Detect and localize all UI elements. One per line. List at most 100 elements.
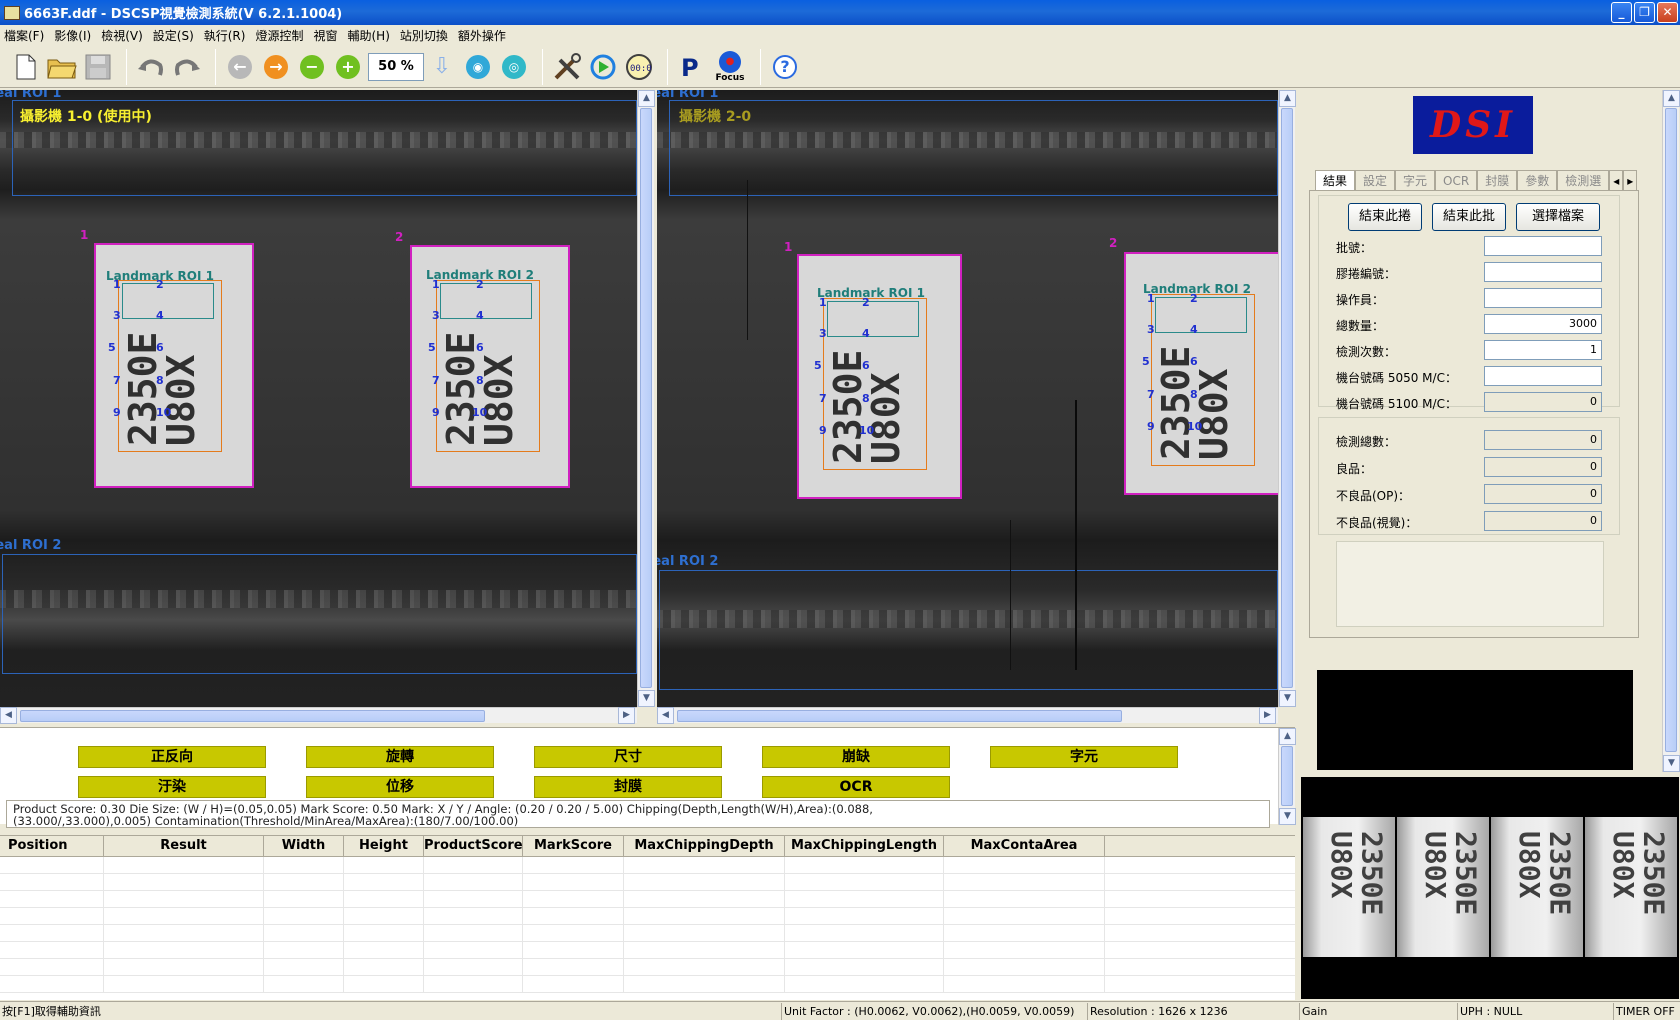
- ocr-button[interactable]: OCR: [762, 776, 950, 798]
- timer-counter-icon[interactable]: 00:0: [623, 51, 655, 83]
- scroll-up-arrow[interactable]: ▲: [1663, 90, 1680, 107]
- scroll-down-arrow[interactable]: ▼: [1279, 808, 1296, 825]
- camera-1-horizontal-scrollbar[interactable]: ◀ ▶: [0, 707, 637, 724]
- column-header-max-conta-area[interactable]: MaxContaArea: [944, 836, 1105, 856]
- menu-settings[interactable]: 設定(S): [153, 27, 194, 44]
- column-header-height[interactable]: Height: [344, 836, 424, 856]
- column-header-width[interactable]: Width: [264, 836, 344, 856]
- close-button[interactable]: ✕: [1657, 2, 1678, 23]
- end-reel-button[interactable]: 結束此捲: [1348, 203, 1422, 231]
- zoom-out-icon[interactable]: −: [296, 51, 328, 83]
- menu-station-switch[interactable]: 站別切換: [400, 27, 448, 44]
- size-button[interactable]: 尺寸: [534, 746, 722, 768]
- reel-number-field[interactable]: [1484, 262, 1602, 282]
- tab-inspect-options[interactable]: 檢測選: [1557, 170, 1610, 190]
- flag-p-icon[interactable]: P: [676, 51, 708, 83]
- right-panel-scrollbar[interactable]: ▲ ▼: [1662, 90, 1680, 772]
- tab-characters[interactable]: 字元: [1395, 170, 1436, 190]
- operator-field[interactable]: [1484, 288, 1602, 308]
- table-row[interactable]: [0, 976, 1295, 993]
- menu-window[interactable]: 視窗: [313, 27, 337, 44]
- scroll-right-arrow[interactable]: ▶: [1259, 707, 1276, 724]
- minimize-button[interactable]: _: [1611, 2, 1632, 23]
- column-header-product-score[interactable]: ProductScore: [424, 836, 523, 856]
- tab-seal[interactable]: 封膜: [1477, 170, 1518, 190]
- table-row[interactable]: [0, 942, 1295, 959]
- menu-help[interactable]: 輔助(H): [347, 27, 389, 44]
- column-header-max-chipping-length[interactable]: MaxChippingLength: [785, 836, 944, 856]
- camera-1-view[interactable]: Seal ROI 1 攝影機 1-0 (使用中) Seal ROI 2 1 La…: [0, 90, 637, 707]
- save-icon[interactable]: [82, 51, 114, 83]
- camera-2-vertical-scrollbar[interactable]: ▲ ▼: [1278, 90, 1296, 707]
- seal-roi-2-box[interactable]: [2, 554, 637, 674]
- scroll-down-arrow[interactable]: ▼: [1663, 755, 1680, 772]
- camera-live-icon[interactable]: ◎: [498, 51, 530, 83]
- menu-image[interactable]: 影像(I): [54, 27, 91, 44]
- table-row[interactable]: [0, 925, 1295, 942]
- scroll-left-arrow[interactable]: ◀: [0, 707, 17, 724]
- seal-film-button[interactable]: 封膜: [534, 776, 722, 798]
- scroll-thumb[interactable]: [1281, 746, 1293, 806]
- scroll-thumb[interactable]: [1665, 108, 1677, 752]
- table-row[interactable]: [0, 857, 1295, 874]
- zoom-in-icon[interactable]: +: [332, 51, 364, 83]
- open-folder-icon[interactable]: [46, 51, 78, 83]
- new-file-icon[interactable]: [10, 51, 42, 83]
- focus-icon[interactable]: ● Focus: [712, 50, 748, 83]
- tab-ocr[interactable]: OCR: [1435, 170, 1478, 190]
- scroll-right-arrow[interactable]: ▶: [618, 707, 635, 724]
- column-header-mark-score[interactable]: MarkScore: [523, 836, 624, 856]
- menu-extra-ops[interactable]: 額外操作: [458, 27, 506, 44]
- tools-icon[interactable]: [551, 51, 583, 83]
- tab-settings[interactable]: 設定: [1355, 170, 1396, 190]
- select-file-button[interactable]: 選擇檔案: [1516, 203, 1600, 231]
- total-quantity-field[interactable]: 3000: [1484, 314, 1602, 334]
- tab-parameters[interactable]: 參數: [1517, 170, 1558, 190]
- direction-button[interactable]: 正反向: [78, 746, 266, 768]
- contamination-button[interactable]: 汙染: [78, 776, 266, 798]
- maximize-button[interactable]: ❐: [1634, 2, 1655, 23]
- column-header-result[interactable]: Result: [104, 836, 264, 856]
- scroll-up-arrow[interactable]: ▲: [1279, 728, 1296, 745]
- offset-button[interactable]: 位移: [306, 776, 494, 798]
- chipping-button[interactable]: 崩缺: [762, 746, 950, 768]
- rotation-button[interactable]: 旋轉: [306, 746, 494, 768]
- scroll-thumb[interactable]: [1281, 108, 1293, 688]
- scroll-thumb[interactable]: [20, 710, 485, 722]
- camera-1-vertical-scrollbar[interactable]: ▲ ▼: [637, 90, 655, 707]
- previous-icon[interactable]: ←: [224, 51, 256, 83]
- machine-5050-field[interactable]: [1484, 366, 1602, 386]
- scroll-thumb[interactable]: [640, 108, 652, 688]
- scroll-down-arrow[interactable]: ▼: [638, 690, 655, 707]
- column-header-position[interactable]: Position: [0, 836, 104, 856]
- scroll-down-arrow[interactable]: ▼: [1279, 690, 1296, 707]
- inspection-panel-scrollbar[interactable]: ▲ ▼: [1278, 728, 1296, 825]
- column-header-max-chipping-depth[interactable]: MaxChippingDepth: [624, 836, 785, 856]
- table-row[interactable]: [0, 908, 1295, 925]
- table-row[interactable]: [0, 959, 1295, 976]
- camera-2-horizontal-scrollbar[interactable]: ◀ ▶: [657, 707, 1278, 724]
- scroll-thumb[interactable]: [677, 710, 1122, 722]
- tab-results[interactable]: 結果: [1315, 170, 1356, 190]
- menu-run[interactable]: 執行(R): [204, 27, 246, 44]
- menu-view[interactable]: 檢視(V): [101, 27, 143, 44]
- menu-light-control[interactable]: 燈源控制: [255, 27, 303, 44]
- thumbnail-preview[interactable]: 2350E U80X 2350E U80X 2350E U80X 2350E U…: [1301, 777, 1679, 999]
- next-icon[interactable]: →: [260, 51, 292, 83]
- camera-capture-icon[interactable]: ◉: [462, 51, 494, 83]
- table-row[interactable]: [0, 874, 1295, 891]
- zoom-level-field[interactable]: 50 %: [368, 52, 424, 81]
- scroll-up-arrow[interactable]: ▲: [638, 90, 655, 107]
- table-row[interactable]: [0, 891, 1295, 908]
- scroll-up-arrow[interactable]: ▲: [1279, 90, 1296, 107]
- camera-2-view[interactable]: Seal ROI 1 攝影機 2-0 Seal ROI 2 1 Landmark…: [657, 90, 1278, 707]
- run-cycle-icon[interactable]: [587, 51, 619, 83]
- seal-roi-2-box[interactable]: [659, 570, 1278, 690]
- results-grid[interactable]: Position Result Width Height ProductScor…: [0, 835, 1295, 1000]
- lot-number-field[interactable]: [1484, 236, 1602, 256]
- redo-icon[interactable]: [171, 51, 203, 83]
- help-icon[interactable]: ?: [769, 51, 801, 83]
- tab-scroll-left-icon[interactable]: ◂: [1609, 170, 1624, 190]
- undo-icon[interactable]: [135, 51, 167, 83]
- character-button[interactable]: 字元: [990, 746, 1178, 768]
